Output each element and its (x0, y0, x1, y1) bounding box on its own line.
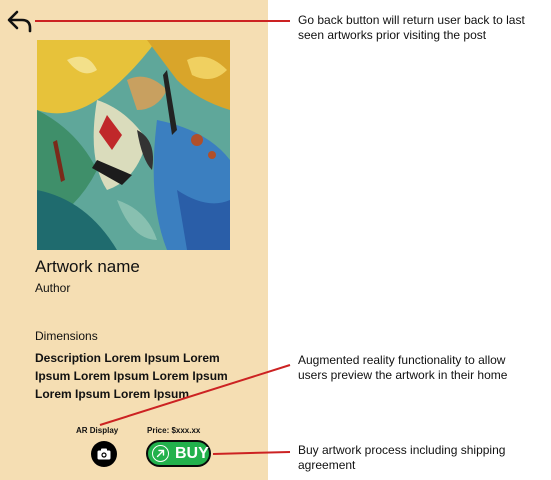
artwork-description: Description Lorem Ipsum Lorem Ipsum Lore… (35, 351, 228, 401)
arrow-up-right-circle-icon (152, 445, 169, 462)
back-button-annotation: Go back button will return user back to … (298, 13, 525, 42)
back-button[interactable] (6, 8, 34, 34)
camera-icon (97, 448, 111, 460)
buy-button[interactable]: BUY (146, 440, 211, 467)
ar-display-button[interactable] (91, 441, 117, 467)
artwork-author: Author (35, 281, 71, 295)
ar-display-label: AR Display (76, 426, 119, 435)
artwork-detail-screen: Artwork name Author Dimensions Descripti… (0, 0, 268, 480)
price-label: Price: $xxx.xx (147, 426, 201, 435)
buy-annotation: Buy artwork process including shipping a… (298, 443, 506, 472)
back-arrow-icon (7, 10, 32, 33)
artwork-image (37, 40, 230, 250)
dimensions-label: Dimensions (35, 329, 98, 343)
buy-label: BUY (175, 444, 209, 462)
artwork-title: Artwork name (35, 257, 140, 276)
ar-annotation: Augmented reality functionality to allow… (298, 353, 508, 382)
